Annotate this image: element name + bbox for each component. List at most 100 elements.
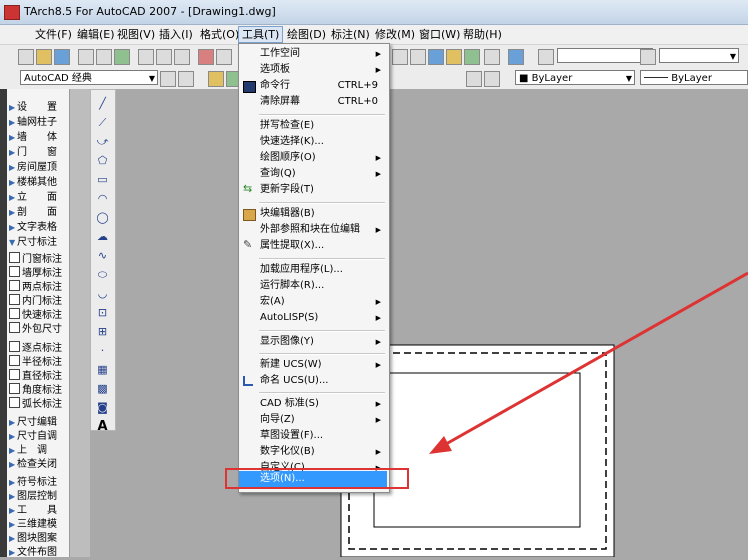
panel-item[interactable]: ▶ 设 置	[9, 101, 69, 115]
toolpalette-icon[interactable]	[446, 49, 462, 65]
menu-insert[interactable]: 插入(I)	[156, 27, 196, 42]
menu-item-wizards[interactable]: 向导(Z) ▶	[239, 412, 387, 428]
menu-tools[interactable]: 工具(T)	[238, 26, 284, 43]
menu-item-display-image[interactable]: 显示图像(Y) ▶	[239, 334, 387, 350]
panel-item[interactable]: ▶ 符号标注	[9, 476, 69, 490]
menu-item-clean-screen[interactable]: 清除屏幕 CTRL+0	[239, 94, 387, 110]
workspace-combo[interactable]: AutoCAD 经典 ▼	[20, 70, 158, 85]
text-style-icon[interactable]	[538, 49, 554, 65]
layer-previous-icon[interactable]	[484, 71, 500, 87]
menu-item-cad-standards[interactable]: CAD 标准(S) ▶	[239, 396, 387, 412]
panel-item[interactable]: ▶ 墙 体	[9, 131, 69, 145]
panel-item[interactable]: ▶ 轴网柱子	[9, 116, 69, 130]
panel-item[interactable]: ▶ 工 具	[9, 504, 69, 518]
menu-item-palettes[interactable]: 选项板 ▶	[239, 62, 387, 78]
print-icon[interactable]	[78, 49, 94, 65]
color-combo[interactable]: ■ ByLayer ▼	[515, 70, 635, 85]
construction-line-icon[interactable]: ⟋	[95, 115, 110, 130]
panel-item[interactable]: ▶ 图层控制	[9, 490, 69, 504]
menu-item-tablet[interactable]: 数字化仪(B) ▶	[239, 444, 387, 460]
menu-help[interactable]: 帮助(H)	[460, 27, 505, 42]
calc-icon[interactable]	[392, 49, 408, 65]
make-block-icon[interactable]: ⊞	[95, 324, 110, 339]
panel-item[interactable]: ▶ 三维建模	[9, 518, 69, 532]
panel-item[interactable]: ▼ 尺寸标注	[9, 236, 69, 250]
markup-icon[interactable]	[410, 49, 426, 65]
drawing-canvas[interactable]	[116, 89, 748, 557]
menu-format[interactable]: 格式(O)	[197, 27, 242, 42]
panel-item[interactable]: ▶ 房间屋顶	[9, 161, 69, 175]
circle-icon[interactable]: ◯	[95, 210, 110, 225]
panel-item[interactable]: ▶ 文件布图	[9, 546, 69, 560]
gradient-icon[interactable]: ▩	[95, 381, 110, 396]
make-current-icon[interactable]	[466, 71, 482, 87]
panel-item[interactable]: 墙厚标注	[9, 266, 69, 280]
menu-item-run-script[interactable]: 运行脚本(R)...	[239, 278, 387, 294]
menu-item-draw-order[interactable]: 绘图顺序(O) ▶	[239, 150, 387, 166]
undo-icon[interactable]	[216, 49, 232, 65]
spline-icon[interactable]: ∿	[95, 248, 110, 263]
ellipse-arc-icon[interactable]: ◡	[95, 286, 110, 301]
menu-modify[interactable]: 修改(M)	[372, 27, 418, 42]
panel-item[interactable]: 半径标注	[9, 355, 69, 369]
menu-item-spelling[interactable]: 拼写检查(E)	[239, 118, 387, 134]
menu-item-xref-edit[interactable]: 外部参照和块在位编辑 ▶	[239, 222, 387, 238]
panel-item[interactable]: ▶ 楼梯其他	[9, 176, 69, 190]
designcenter-icon[interactable]	[484, 49, 500, 65]
menu-window[interactable]: 窗口(W)	[416, 27, 463, 42]
open-icon[interactable]	[36, 49, 52, 65]
menu-file[interactable]: 文件(F)	[32, 27, 75, 42]
new-icon[interactable]	[18, 49, 34, 65]
panel-item[interactable]: 逐点标注	[9, 341, 69, 355]
panel-item[interactable]: 门窗标注	[9, 252, 69, 266]
panel-item[interactable]: ▶ 尺寸编辑	[9, 416, 69, 430]
menu-view[interactable]: 视图(V)	[114, 27, 158, 42]
linetype-combo[interactable]: ──── ByLayer	[640, 70, 748, 85]
dim-style-icon[interactable]	[640, 49, 656, 65]
menu-item-new-ucs[interactable]: 新建 UCS(W) ▶	[239, 357, 387, 373]
rectangle-icon[interactable]: ▭	[95, 172, 110, 187]
publish-icon[interactable]	[114, 49, 130, 65]
panel-item[interactable]: ▶ 文字表格	[9, 221, 69, 235]
revcloud-icon[interactable]: ☁	[95, 229, 110, 244]
save-icon[interactable]	[54, 49, 70, 65]
panel-item[interactable]: ▶ 立 面	[9, 191, 69, 205]
region-icon[interactable]: ◙	[95, 400, 110, 415]
menu-draw[interactable]: 绘图(D)	[284, 27, 329, 42]
line-icon[interactable]: ╱	[95, 96, 110, 111]
menu-item-load-application[interactable]: 加载应用程序(L)...	[239, 262, 387, 278]
help-icon[interactable]	[508, 49, 524, 65]
panel-item[interactable]: 两点标注	[9, 280, 69, 294]
menu-item-command-line[interactable]: 命令行 CTRL+9	[239, 78, 387, 94]
panel-item[interactable]: 弧长标注	[9, 397, 69, 411]
menu-item-macro[interactable]: 宏(A) ▶	[239, 294, 387, 310]
properties-icon[interactable]	[464, 49, 480, 65]
paste-icon[interactable]	[174, 49, 190, 65]
menu-edit[interactable]: 编辑(E)	[74, 27, 118, 42]
panel-item[interactable]: 直径标注	[9, 369, 69, 383]
ellipse-icon[interactable]: ⬭	[95, 267, 110, 282]
polyline-icon[interactable]: ⤻	[95, 134, 110, 149]
menu-item-workspaces[interactable]: 工作空间 ▶	[239, 46, 387, 62]
panel-item[interactable]: 快速标注	[9, 308, 69, 322]
menu-item-drafting-settings[interactable]: 草图设置(F)...	[239, 428, 387, 444]
text-style-combo[interactable]: ▼	[557, 48, 653, 63]
menu-item-attribute-extract[interactable]: ✎ 属性提取(X)...	[239, 238, 387, 254]
polygon-icon[interactable]: ⬠	[95, 153, 110, 168]
menu-item-block-editor[interactable]: 块编辑器(B)	[239, 206, 387, 222]
layer-manager-icon[interactable]	[208, 71, 224, 87]
hatch-icon[interactable]: ▦	[95, 362, 110, 377]
panel-item[interactable]: 外包尺寸	[9, 322, 69, 336]
menu-dimension[interactable]: 标注(N)	[328, 27, 373, 42]
panel-item[interactable]: ▶ 检查关闭	[9, 458, 69, 472]
workspace-settings-icon[interactable]	[160, 71, 176, 87]
preview-icon[interactable]	[96, 49, 112, 65]
insert-block-icon[interactable]: ⊡	[95, 305, 110, 320]
panel-item[interactable]: ▶ 图块图案	[9, 532, 69, 546]
menu-item-named-ucs[interactable]: 命名 UCS(U)...	[239, 373, 387, 389]
menu-item-quick-select[interactable]: 快速选择(K)...	[239, 134, 387, 150]
panel-item[interactable]: ▶ 门 窗	[9, 146, 69, 160]
sheetset-icon[interactable]	[428, 49, 444, 65]
menu-item-inquiry[interactable]: 查询(Q) ▶	[239, 166, 387, 182]
copy-icon[interactable]	[156, 49, 172, 65]
